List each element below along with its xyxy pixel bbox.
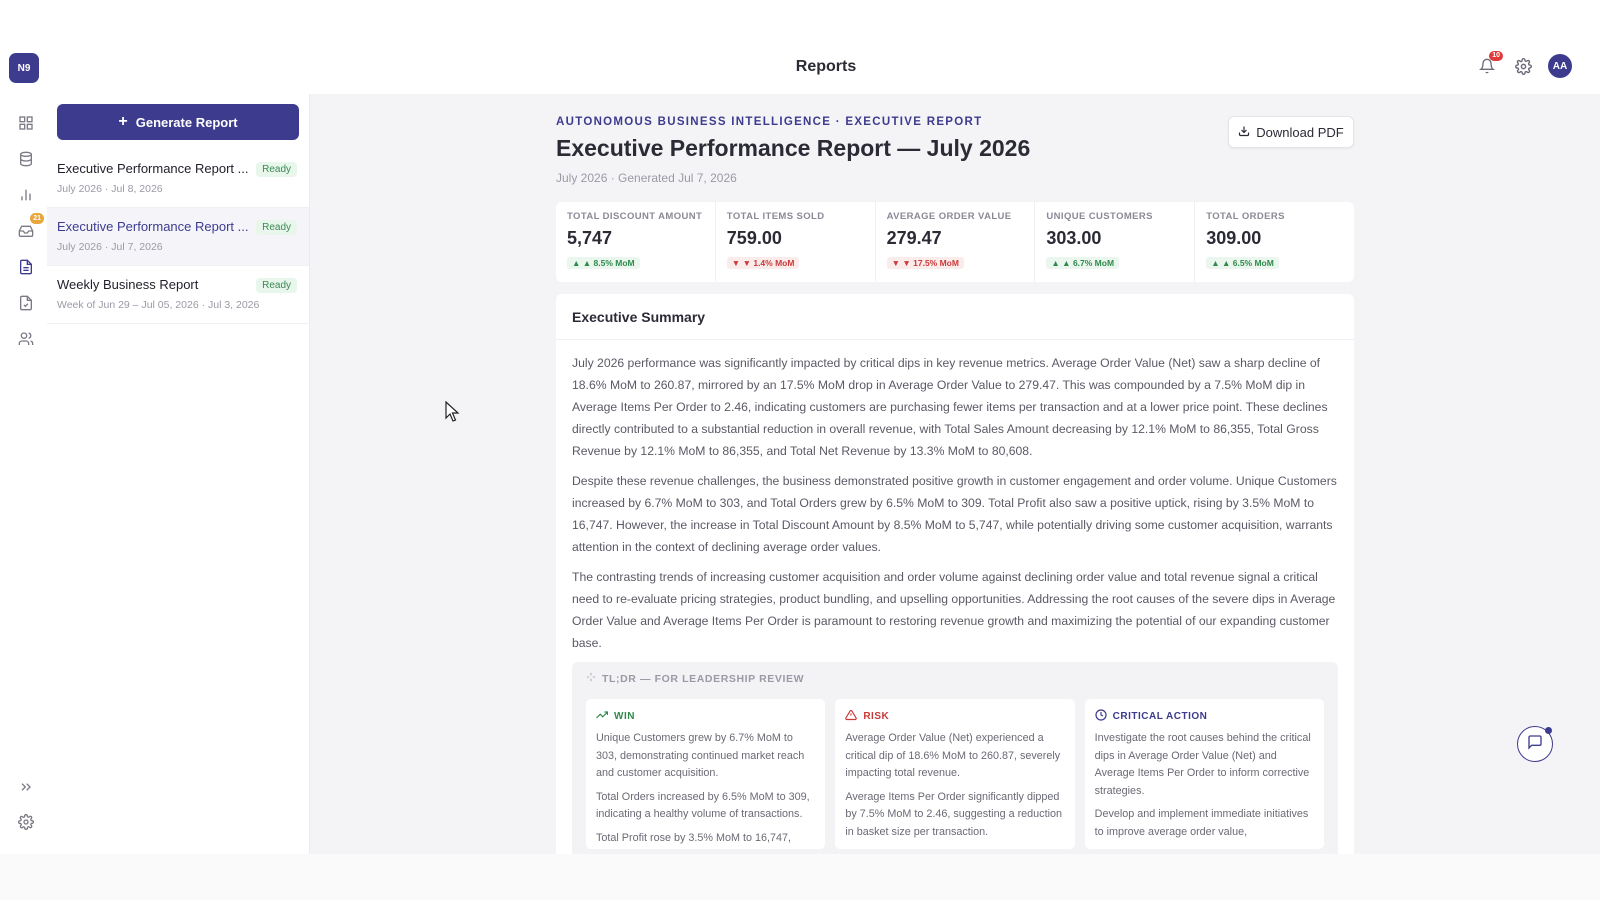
- report-meta: Week of Jun 29 – Jul 05, 2026 · Jul 3, 2…: [57, 299, 260, 311]
- executive-summary-card: Executive Summary July 2026 performance …: [556, 294, 1354, 854]
- gear-icon[interactable]: [1512, 55, 1534, 77]
- summary-paragraph: Despite these revenue challenges, the bu…: [572, 474, 1337, 554]
- page-title: Reports: [795, 58, 857, 75]
- bell-icon[interactable]: 10: [1476, 51, 1503, 77]
- kpi-label: TOTAL ITEMS SOLD: [726, 211, 825, 222]
- users-icon[interactable]: [14, 327, 38, 351]
- kpi-card: TOTAL DISCOUNT AMOUNT 5,747 ▲ ▲ 8.5% MoM: [556, 202, 716, 282]
- summary-paragraph: The contrasting trends of increasing cus…: [572, 570, 1336, 650]
- document-icon[interactable]: [8, 250, 44, 284]
- top-bar: N9 Reports 10 AA: [0, 0, 1600, 94]
- report-title: Executive Performance Report — July 2026: [556, 135, 1031, 161]
- kpi-label: AVERAGE ORDER VALUE: [886, 211, 1012, 222]
- kpi-row: TOTAL DISCOUNT AMOUNT 5,747 ▲ ▲ 8.5% MoM…: [556, 202, 1354, 282]
- report-list-item-selected[interactable]: Executive Performance Report ... July 20…: [47, 208, 309, 266]
- bar-chart-icon[interactable]: [14, 183, 38, 207]
- kpi-value: 5,747: [567, 228, 613, 248]
- trending-up-icon: [596, 709, 609, 724]
- mouse-cursor-icon: [445, 400, 461, 428]
- status-badge: Ready: [256, 278, 297, 293]
- kpi-card: TOTAL ITEMS SOLD 759.00 ▼ ▼ 1.4% MoM: [716, 202, 876, 282]
- kpi-value: 303.00: [1046, 228, 1102, 248]
- win-label: WIN: [614, 711, 635, 722]
- chat-icon: [1527, 734, 1543, 755]
- report-meta: July 2026 · Jul 7, 2026: [57, 241, 163, 253]
- risk-item: Average Order Value (Net) experienced a …: [845, 732, 1061, 779]
- report-subtitle: July 2026 · Generated Jul 7, 2026: [556, 171, 737, 185]
- win-item: Total Orders increased by 6.5% MoM to 30…: [596, 790, 810, 821]
- kpi-value: 279.47: [886, 228, 942, 248]
- report-content: AUTONOMOUS BUSINESS INTELLIGENCE · EXECU…: [310, 94, 1600, 854]
- file-check-icon[interactable]: [14, 291, 38, 315]
- summary-paragraph: July 2026 performance was significantly …: [572, 356, 1328, 458]
- tldr-section: TL;DR — FOR LEADERSHIP REVIEW WIN Unique…: [572, 662, 1338, 854]
- status-badge: Ready: [256, 220, 297, 235]
- sparkle-icon: [586, 672, 596, 685]
- report-eyebrow: AUTONOMOUS BUSINESS INTELLIGENCE · EXECU…: [556, 116, 983, 128]
- inbox-badge: 21: [30, 213, 44, 224]
- risk-item: Average Items Per Order significantly di…: [845, 790, 1062, 838]
- tldr-action-card: CRITICAL ACTION Investigate the root cau…: [1084, 699, 1324, 849]
- database-icon[interactable]: [14, 147, 38, 171]
- chat-unread-dot: [1545, 727, 1552, 734]
- notification-badge: 10: [1489, 51, 1503, 61]
- report-meta: July 2026 · Jul 8, 2026: [57, 183, 163, 195]
- report-list-item[interactable]: Executive Performance Report ... July 20…: [47, 150, 309, 208]
- action-item: Investigate the root causes behind the c…: [1094, 732, 1311, 797]
- tldr-heading: TL;DR — FOR LEADERSHIP REVIEW: [602, 672, 805, 685]
- kpi-delta: ▼ ▼ 1.4% MoM: [726, 257, 800, 269]
- generate-report-label: Generate Report: [135, 114, 238, 130]
- report-list-item[interactable]: Weekly Business Report Week of Jun 29 – …: [47, 266, 309, 324]
- download-icon: [1238, 125, 1250, 140]
- kpi-label: TOTAL DISCOUNT AMOUNT: [567, 211, 703, 222]
- chat-button[interactable]: [1517, 726, 1553, 762]
- risk-label: RISK: [863, 711, 890, 722]
- grid-icon[interactable]: [14, 111, 38, 135]
- kpi-delta: ▲ ▲ 8.5% MoM: [567, 257, 640, 269]
- nav-rail: 21: [0, 94, 47, 854]
- settings-icon[interactable]: [14, 810, 38, 834]
- action-item: Develop and implement immediate initiati…: [1094, 808, 1309, 838]
- expand-icon[interactable]: [14, 775, 38, 799]
- kpi-card: TOTAL ORDERS 309.00 ▲ ▲ 6.5% MoM: [1195, 202, 1354, 282]
- kpi-delta: ▲ ▲ 6.5% MoM: [1206, 257, 1279, 269]
- kpi-delta: ▲ ▲ 6.7% MoM: [1046, 257, 1120, 269]
- tldr-risk-card: RISK Average Order Value (Net) experienc…: [835, 699, 1075, 849]
- generate-report-button[interactable]: + Generate Report: [57, 104, 299, 140]
- download-pdf-label: Download PDF: [1256, 124, 1344, 140]
- kpi-card: AVERAGE ORDER VALUE 279.47 ▼ ▼ 17.5% MoM: [876, 202, 1036, 282]
- action-label: CRITICAL ACTION: [1112, 711, 1208, 722]
- kpi-delta: ▼ ▼ 17.5% MoM: [886, 257, 964, 269]
- clock-icon: [1095, 709, 1107, 724]
- kpi-value: 759.00: [726, 228, 782, 248]
- win-item: Total Profit rose by 3.5% MoM to 16,747,: [596, 831, 792, 844]
- status-badge: Ready: [256, 162, 297, 177]
- user-avatar[interactable]: AA: [1548, 54, 1572, 78]
- kpi-label: TOTAL ORDERS: [1206, 211, 1285, 222]
- plus-icon: +: [118, 113, 128, 130]
- bottom-strip: [0, 854, 1600, 900]
- inbox-icon[interactable]: 21: [14, 213, 44, 243]
- report-list-panel: + Generate Report Executive Performance …: [47, 94, 310, 854]
- download-pdf-button[interactable]: Download PDF: [1228, 116, 1354, 148]
- warning-icon: [845, 709, 858, 724]
- tldr-win-card: WIN Unique Customers grew by 6.7% MoM to…: [586, 699, 826, 849]
- summary-heading: Executive Summary: [556, 294, 1354, 340]
- kpi-label: UNIQUE CUSTOMERS: [1046, 211, 1153, 222]
- kpi-card: UNIQUE CUSTOMERS 303.00 ▲ ▲ 6.7% MoM: [1035, 202, 1196, 282]
- top-actions: 10 AA: [1476, 51, 1572, 78]
- kpi-value: 309.00: [1206, 228, 1262, 248]
- win-item: Unique Customers grew by 6.7% MoM to 303…: [596, 732, 805, 779]
